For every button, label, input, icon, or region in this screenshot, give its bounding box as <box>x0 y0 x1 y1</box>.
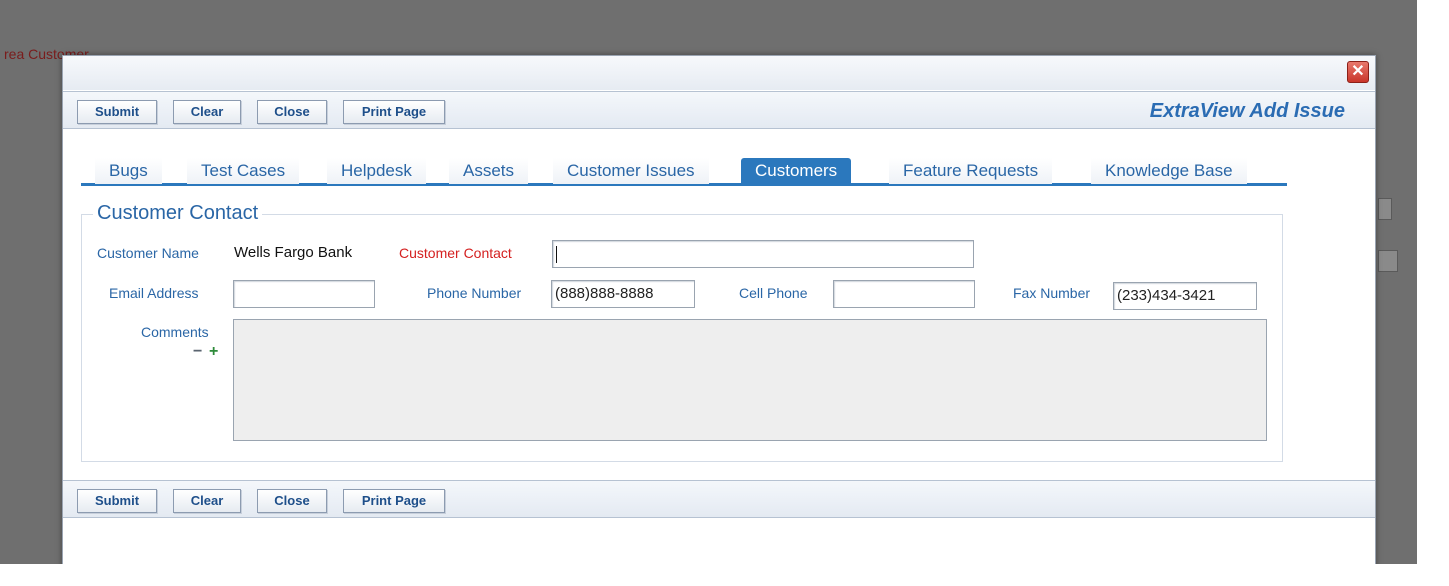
tab-feature-requests[interactable]: Feature Requests <box>889 158 1053 184</box>
tab-bar: Bugs Test Cases Helpdesk Assets Customer… <box>81 158 1287 186</box>
phone-number-field[interactable]: (888)888-8888 <box>551 280 695 308</box>
clear-button[interactable]: Clear <box>173 489 241 513</box>
tab-knowledge-base[interactable]: Knowledge Base <box>1091 158 1247 184</box>
fax-number-label: Fax Number <box>1013 285 1091 301</box>
tab-assets[interactable]: Assets <box>449 158 529 184</box>
email-address-field[interactable] <box>233 280 375 308</box>
print-page-button[interactable]: Print Page <box>343 100 445 124</box>
background-input <box>1378 250 1398 272</box>
bottom-toolbar: Submit Clear Close Print Page <box>63 480 1375 518</box>
add-issue-dialog: ✕ Submit Clear Close Print Page ExtraVie… <box>62 55 1376 575</box>
fax-number-field[interactable]: (233)434-3421 <box>1113 282 1257 310</box>
comments-textarea[interactable] <box>233 319 1267 441</box>
customer-name-value: Wells Fargo Bank <box>234 244 353 261</box>
phone-number-label: Phone Number <box>427 285 522 301</box>
plus-icon[interactable]: + <box>209 344 218 360</box>
print-page-button[interactable]: Print Page <box>343 489 445 513</box>
background-input <box>1378 198 1392 220</box>
tab-bugs[interactable]: Bugs <box>95 158 162 184</box>
dialog-title: ExtraView Add Issue <box>1149 100 1345 122</box>
torn-edge-bottom <box>0 564 1449 586</box>
submit-button[interactable]: Submit <box>77 489 157 513</box>
cell-phone-field[interactable] <box>833 280 975 308</box>
torn-edge-right <box>1417 0 1449 586</box>
customer-name-label: Customer Name <box>97 245 199 261</box>
section-title: Customer Contact <box>93 202 263 225</box>
submit-button[interactable]: Submit <box>77 100 157 124</box>
close-icon[interactable]: ✕ <box>1347 61 1369 83</box>
tab-helpdesk[interactable]: Helpdesk <box>327 158 426 184</box>
close-button[interactable]: Close <box>257 100 327 124</box>
tab-test-cases[interactable]: Test Cases <box>187 158 300 184</box>
customer-contact-field[interactable] <box>552 240 974 268</box>
top-toolbar: Submit Clear Close Print Page ExtraView … <box>63 91 1375 129</box>
clear-button[interactable]: Clear <box>173 100 241 124</box>
comments-label: Comments <box>141 324 209 340</box>
dialog-titlebar: ✕ <box>63 56 1375 90</box>
cell-phone-label: Cell Phone <box>739 285 808 301</box>
text-cursor <box>556 246 557 263</box>
customer-contact-label: Customer Contact <box>399 245 512 261</box>
tab-customers[interactable]: Customers <box>741 158 852 184</box>
minus-icon[interactable]: − <box>193 344 202 360</box>
tab-customer-issues[interactable]: Customer Issues <box>553 158 709 184</box>
email-address-label: Email Address <box>109 285 199 301</box>
close-button[interactable]: Close <box>257 489 327 513</box>
